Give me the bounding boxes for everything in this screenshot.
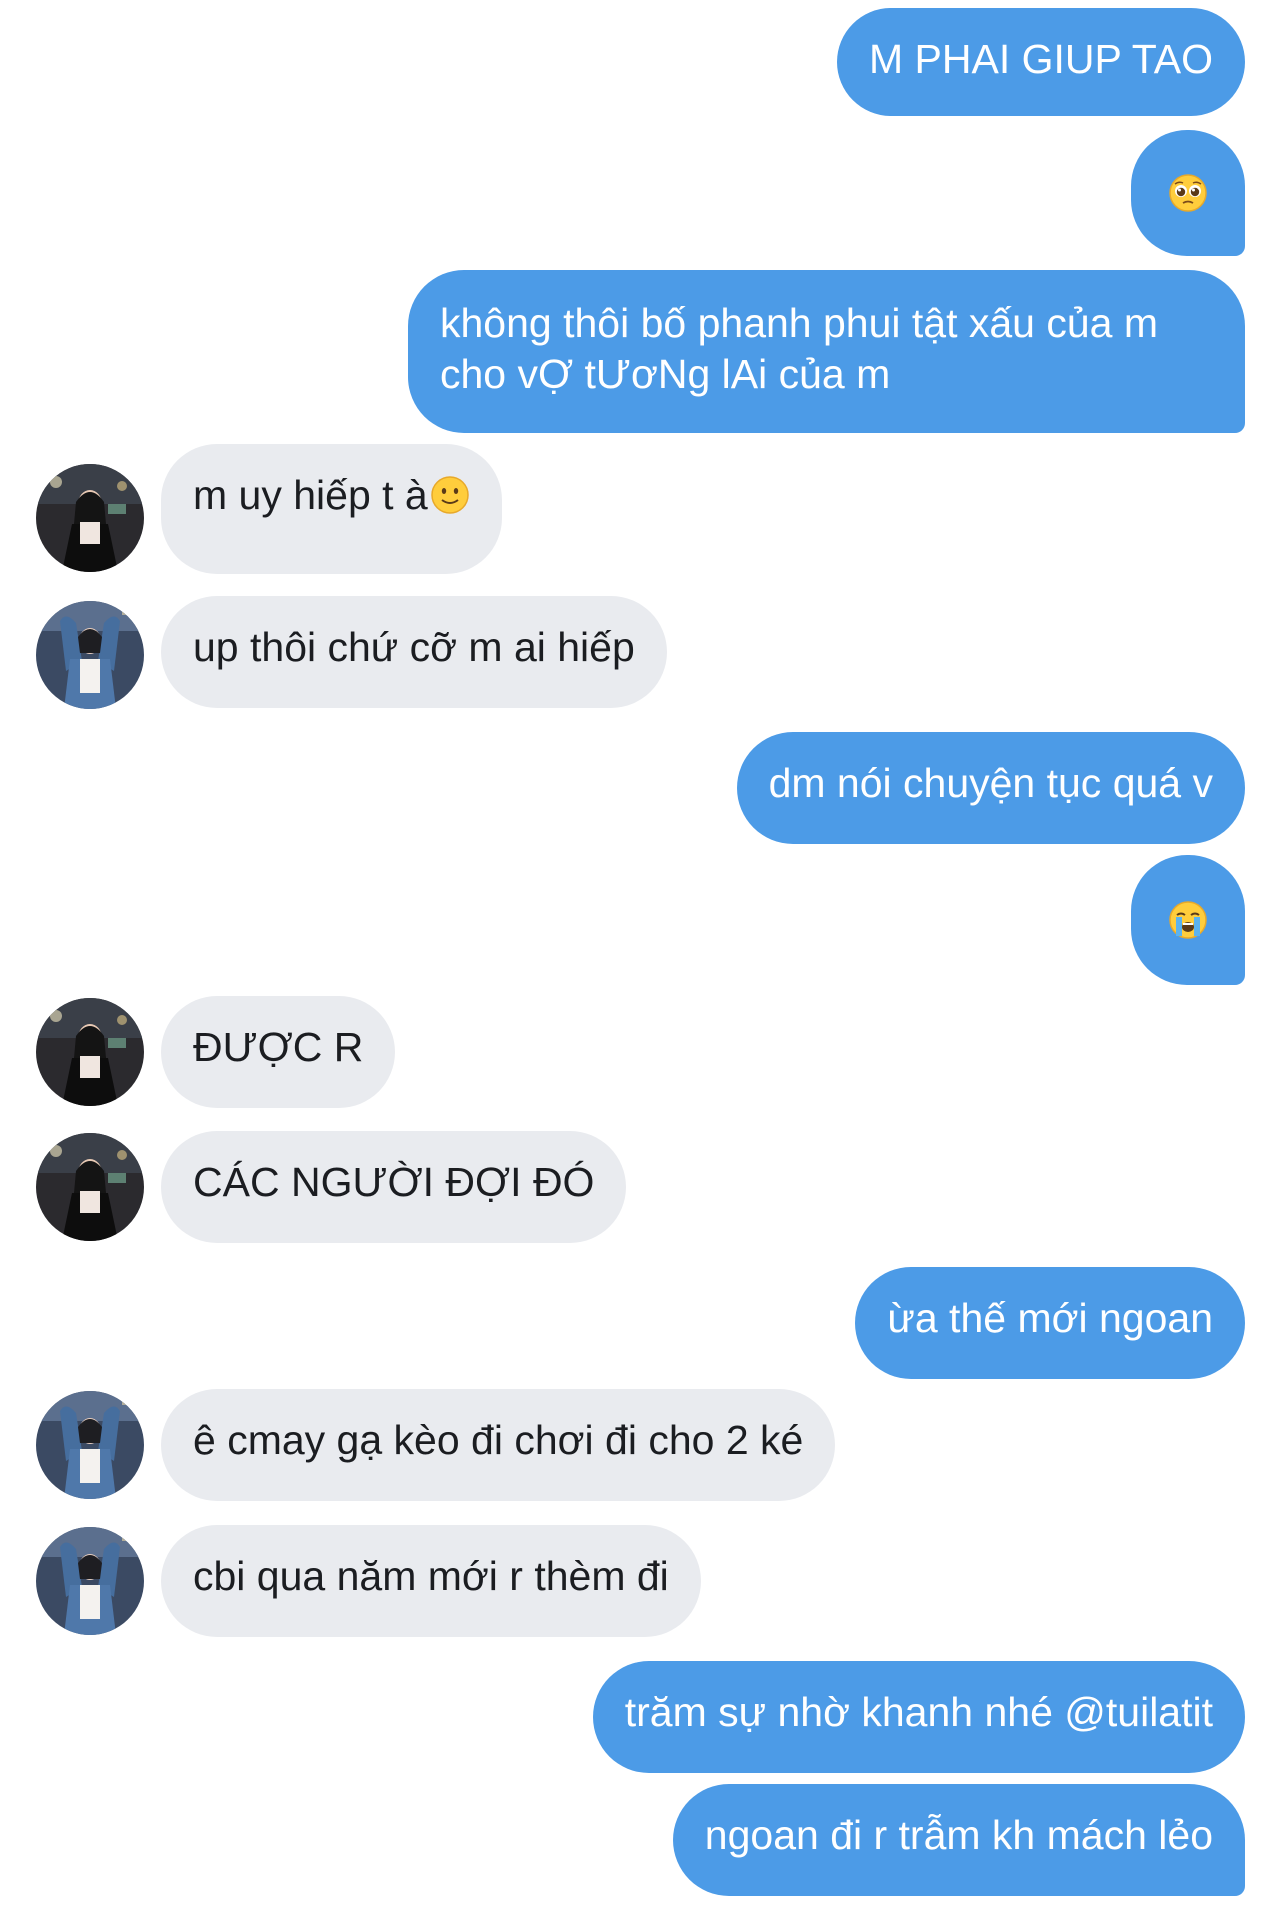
avatar-a-image [36, 464, 144, 572]
incoming-message[interactable]: cbi qua năm mới r thèm đi [161, 1525, 701, 1637]
outgoing-message[interactable]: trăm sự nhờ khanh nhé @tuilatit [592, 1661, 1245, 1773]
slightly-smiling-face-icon [430, 475, 470, 527]
message-text: m uy hiếp t à [193, 472, 428, 518]
pleading-face-icon [1169, 174, 1207, 212]
outgoing-message[interactable] [1131, 130, 1245, 256]
message-text: ĐƯỢC R [193, 1024, 364, 1070]
message-text: cbi qua năm mới r thèm đi [193, 1553, 669, 1599]
outgoing-message[interactable]: ừa thế mới ngoan [855, 1267, 1245, 1379]
outgoing-message[interactable] [1131, 855, 1245, 985]
message-text: ngoan đi r trẫm kh mách lẻo [704, 1812, 1213, 1858]
avatar-b-image [36, 1527, 144, 1635]
incoming-message[interactable]: up thôi chứ cỡ m ai hiếp [161, 596, 667, 708]
incoming-message[interactable]: m uy hiếp t à [161, 444, 502, 574]
message-text: up thôi chứ cỡ m ai hiếp [193, 624, 635, 670]
avatar[interactable] [36, 464, 144, 572]
avatar-a-image [36, 1133, 144, 1241]
loudly-crying-face-icon [1169, 901, 1207, 939]
avatar-a-image [36, 998, 144, 1106]
outgoing-message[interactable]: dm nói chuyện tục quá v [736, 732, 1245, 844]
message-text: trăm sự nhờ khanh nhé @tuilatit [624, 1689, 1213, 1735]
message-text: M PHAI GIUP TAO [868, 36, 1213, 82]
avatar[interactable] [36, 601, 144, 709]
message-text: không thôi bố phanh phui tật xấu của m c… [440, 300, 1159, 397]
outgoing-message[interactable]: M PHAI GIUP TAO [836, 8, 1245, 116]
message-text: ừa thế mới ngoan [887, 1295, 1213, 1341]
message-text: ê cmay gạ kèo đi chơi đi cho 2 ké [193, 1417, 804, 1463]
avatar[interactable] [36, 1527, 144, 1635]
avatar[interactable] [36, 1133, 144, 1241]
message-text: dm nói chuyện tục quá v [768, 760, 1213, 806]
avatar[interactable] [36, 998, 144, 1106]
outgoing-message[interactable]: ngoan đi r trẫm kh mách lẻo [672, 1784, 1245, 1896]
avatar[interactable] [36, 1391, 144, 1499]
message-text: CÁC NGƯỜI ĐỢI ĐÓ [193, 1159, 595, 1205]
incoming-message[interactable]: ê cmay gạ kèo đi chơi đi cho 2 ké [161, 1389, 836, 1501]
incoming-message[interactable]: ĐƯỢC R [161, 996, 396, 1108]
avatar-b-image [36, 1391, 144, 1499]
incoming-message[interactable]: CÁC NGƯỜI ĐỢI ĐÓ [161, 1131, 627, 1243]
avatar-b-image [36, 601, 144, 709]
outgoing-message[interactable]: không thôi bố phanh phui tật xấu của m c… [408, 270, 1245, 433]
